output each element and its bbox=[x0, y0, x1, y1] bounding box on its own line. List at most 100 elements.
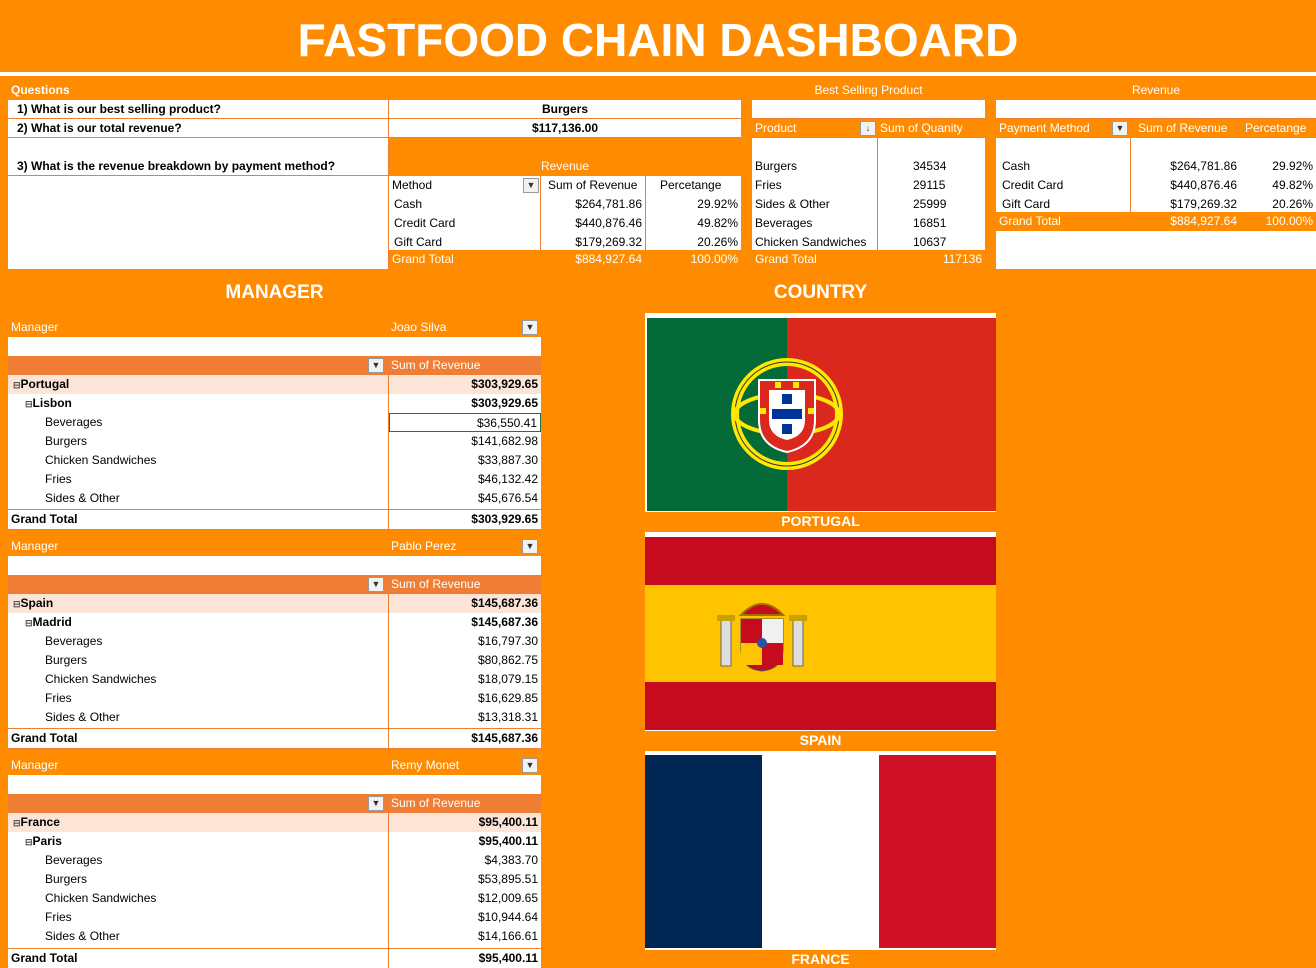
question-1-row: 1) What is our best selling product? Bur… bbox=[8, 100, 741, 119]
item-value[interactable]: $14,166.61 bbox=[389, 927, 541, 946]
collapse-icon[interactable]: ⊟ bbox=[25, 837, 33, 847]
row-labels-dropdown[interactable]: ▼ bbox=[368, 577, 384, 592]
country-row[interactable]: ⊟Portugal $303,929.65 bbox=[8, 375, 541, 394]
item-name[interactable]: Chicken Sandwiches bbox=[42, 889, 159, 908]
grand-total-qty[interactable]: 117136 bbox=[878, 250, 985, 269]
method-cell[interactable]: Credit Card bbox=[999, 176, 1066, 195]
pct-cell[interactable]: 29.92% bbox=[645, 195, 741, 214]
item-name[interactable]: Beverages bbox=[42, 851, 105, 870]
item-name[interactable]: Fries bbox=[42, 908, 75, 927]
breakdown-grand-total: Grand Total $884,927.64 100.00% bbox=[389, 250, 741, 269]
item-name[interactable]: Fries bbox=[42, 470, 75, 489]
qty-cell[interactable]: 25999 bbox=[910, 195, 949, 214]
manager-name[interactable]: Pablo Perez bbox=[388, 537, 459, 556]
method-cell[interactable]: Credit Card bbox=[391, 214, 458, 233]
row-labels-dropdown[interactable]: ▼ bbox=[368, 796, 384, 811]
sum-cell[interactable]: $440,876.46 bbox=[541, 214, 645, 233]
grand-total-pct[interactable]: 100.00% bbox=[645, 250, 741, 269]
item-name[interactable]: Burgers bbox=[42, 651, 90, 670]
country-total[interactable]: $303,929.65 bbox=[389, 375, 541, 394]
grand-total-value[interactable]: $303,929.65 bbox=[389, 510, 541, 529]
manager-pivot-remy: Manager Remy Monet ▼ ▼ Sum of Revenue ⊟F… bbox=[8, 756, 541, 968]
qty-cell[interactable]: 16851 bbox=[910, 214, 949, 233]
item-name[interactable]: Beverages bbox=[42, 632, 105, 651]
item-value[interactable]: $4,383.70 bbox=[389, 851, 541, 870]
item-name[interactable]: Sides & Other bbox=[42, 708, 123, 727]
manager-filter-icon[interactable]: ▼ bbox=[522, 539, 538, 554]
item-name[interactable]: Fries bbox=[42, 689, 75, 708]
product-cell[interactable]: Fries bbox=[752, 176, 785, 195]
grid-line bbox=[877, 138, 878, 250]
manager-filter-icon[interactable]: ▼ bbox=[522, 320, 538, 335]
country-row[interactable]: ⊟France $95,400.11 bbox=[8, 813, 541, 832]
pct-cell[interactable]: 49.82% bbox=[1240, 176, 1316, 195]
manager-name[interactable]: Joao Silva bbox=[388, 318, 449, 337]
item-value[interactable]: $53,895.51 bbox=[389, 870, 541, 889]
city-total[interactable]: $303,929.65 bbox=[389, 394, 541, 413]
pct-cell[interactable]: 49.82% bbox=[645, 214, 741, 233]
collapse-icon[interactable]: ⊟ bbox=[13, 818, 21, 828]
item-name[interactable]: Sides & Other bbox=[42, 489, 123, 508]
collapse-icon[interactable]: ⊟ bbox=[25, 618, 33, 628]
item-name[interactable]: Burgers bbox=[42, 870, 90, 889]
product-sort-dropdown[interactable]: ↓ bbox=[860, 121, 876, 136]
manager-name[interactable]: Remy Monet bbox=[388, 756, 462, 775]
item-value[interactable]: $36,550.41 bbox=[389, 413, 541, 432]
sum-cell[interactable]: $264,781.86 bbox=[541, 195, 645, 214]
item-value[interactable]: $16,629.85 bbox=[389, 689, 541, 708]
item-value[interactable]: $33,887.30 bbox=[389, 451, 541, 470]
country-row[interactable]: ⊟Spain $145,687.36 bbox=[8, 594, 541, 613]
grid-line bbox=[8, 948, 541, 949]
method-cell[interactable]: Cash bbox=[391, 195, 425, 214]
col-percentage: Percetange bbox=[660, 178, 722, 192]
city-row[interactable]: ⊟Paris $95,400.11 bbox=[8, 832, 541, 851]
row-labels-dropdown[interactable]: ▼ bbox=[368, 358, 384, 373]
pct-cell[interactable]: 29.92% bbox=[1240, 157, 1316, 176]
country-total[interactable]: $145,687.36 bbox=[389, 594, 541, 613]
method-cell[interactable]: Cash bbox=[999, 157, 1033, 176]
city-name: Madrid bbox=[32, 615, 72, 629]
grand-total-sum[interactable]: $884,927.64 bbox=[1130, 212, 1240, 231]
item-name[interactable]: Chicken Sandwiches bbox=[42, 670, 159, 689]
method-filter-dropdown[interactable]: ▼ bbox=[523, 178, 539, 193]
item-value[interactable]: $18,079.15 bbox=[389, 670, 541, 689]
collapse-icon[interactable]: ⊟ bbox=[25, 399, 33, 409]
product-cell[interactable]: Burgers bbox=[752, 157, 800, 176]
item-value[interactable]: $12,009.65 bbox=[389, 889, 541, 908]
sum-cell[interactable]: $440,876.46 bbox=[1130, 176, 1240, 195]
item-name[interactable]: Sides & Other bbox=[42, 927, 123, 946]
item-value[interactable]: $46,132.42 bbox=[389, 470, 541, 489]
qty-cell[interactable]: 29115 bbox=[910, 176, 948, 195]
item-name[interactable]: Burgers bbox=[42, 432, 90, 451]
product-cell[interactable]: Sides & Other bbox=[752, 195, 833, 214]
item-value[interactable]: $16,797.30 bbox=[389, 632, 541, 651]
grand-total-value[interactable]: $145,687.36 bbox=[389, 729, 541, 748]
qty-cell[interactable]: 34534 bbox=[910, 157, 949, 176]
collapse-icon[interactable]: ⊟ bbox=[13, 599, 21, 609]
manager-label: Manager bbox=[11, 539, 59, 553]
grand-total-pct[interactable]: 100.00% bbox=[1240, 212, 1316, 231]
item-value[interactable]: $10,944.64 bbox=[389, 908, 541, 927]
city-total[interactable]: $95,400.11 bbox=[389, 832, 541, 851]
manager-filter-row: Manager Pablo Perez ▼ bbox=[8, 537, 541, 556]
payment-method-dropdown[interactable]: ▼ bbox=[1112, 121, 1128, 136]
item-value[interactable]: $141,682.98 bbox=[389, 432, 541, 451]
answer-2[interactable]: $117,136.00 bbox=[389, 119, 741, 138]
city-row[interactable]: ⊟Lisbon $303,929.65 bbox=[8, 394, 541, 413]
collapse-icon[interactable]: ⊟ bbox=[13, 380, 21, 390]
city-total[interactable]: $145,687.36 bbox=[389, 613, 541, 632]
answer-1[interactable]: Burgers bbox=[389, 100, 741, 119]
item-value[interactable]: $45,676.54 bbox=[389, 489, 541, 508]
grand-total-sum[interactable]: $884,927.64 bbox=[541, 250, 645, 269]
city-row[interactable]: ⊟Madrid $145,687.36 bbox=[8, 613, 541, 632]
item-row: Fries $10,944.64 bbox=[8, 908, 541, 927]
item-value[interactable]: $80,862.75 bbox=[389, 651, 541, 670]
item-value[interactable]: $13,318.31 bbox=[389, 708, 541, 727]
manager-filter-icon[interactable]: ▼ bbox=[522, 758, 538, 773]
sum-cell[interactable]: $264,781.86 bbox=[1130, 157, 1240, 176]
item-name[interactable]: Beverages bbox=[42, 413, 105, 432]
product-cell[interactable]: Beverages bbox=[752, 214, 815, 233]
country-total[interactable]: $95,400.11 bbox=[389, 813, 541, 832]
item-name[interactable]: Chicken Sandwiches bbox=[42, 451, 159, 470]
grand-total-value[interactable]: $95,400.11 bbox=[389, 949, 541, 968]
